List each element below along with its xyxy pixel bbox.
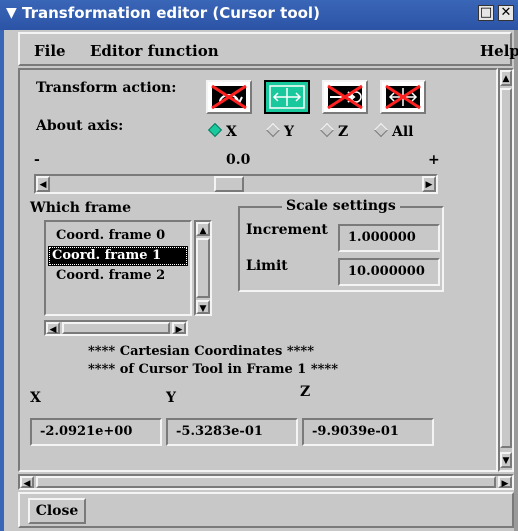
axis-radio-y-label: Y bbox=[284, 124, 294, 140]
menubar: File Editor function Help bbox=[18, 32, 518, 66]
window-right-border bbox=[514, 30, 518, 531]
scroll-up-arrow-icon[interactable]: ▲ bbox=[500, 70, 512, 86]
scale-all-action-button[interactable] bbox=[380, 80, 426, 114]
list-item[interactable]: Coord. frame 0 bbox=[52, 226, 212, 246]
close-icon[interactable]: ✕ bbox=[498, 5, 514, 21]
list-right-arrow-icon[interactable]: ▶ bbox=[172, 322, 186, 335]
close-button[interactable]: Close bbox=[28, 498, 86, 524]
slider-min-label: - bbox=[34, 152, 40, 168]
axis-radio-all[interactable]: All bbox=[373, 122, 414, 140]
menu-file[interactable]: File bbox=[34, 42, 66, 60]
slider-left-arrow-icon[interactable]: ◀ bbox=[36, 176, 50, 192]
minimize-icon[interactable]: □ bbox=[478, 5, 494, 21]
scroll-down-arrow-icon[interactable]: ▼ bbox=[500, 452, 512, 468]
translate-action-button[interactable] bbox=[264, 80, 310, 114]
coord-x-label: X bbox=[30, 390, 41, 406]
scale-all-action-icon bbox=[385, 84, 421, 110]
scale-axis-action-button[interactable] bbox=[322, 80, 368, 114]
window-left-border bbox=[0, 30, 4, 531]
increment-field[interactable]: 1.000000 bbox=[338, 224, 440, 252]
scale-settings-title: Scale settings bbox=[282, 198, 400, 214]
coord-z-field[interactable]: -9.9039e-01 bbox=[302, 418, 434, 446]
axis-radio-z-label: Z bbox=[338, 124, 349, 140]
coord-y-field[interactable]: -5.3283e-01 bbox=[166, 418, 298, 446]
list-item[interactable]: Coord. frame 2 bbox=[52, 266, 212, 286]
menu-help[interactable]: Help bbox=[480, 42, 518, 60]
list-item-selected[interactable]: Coord. frame 1 bbox=[48, 246, 188, 266]
axis-radio-x-label: X bbox=[226, 124, 237, 140]
radio-unselected-icon bbox=[319, 122, 335, 138]
which-frame-label: Which frame bbox=[30, 200, 131, 216]
radio-selected-icon bbox=[207, 122, 223, 138]
radio-unselected-icon bbox=[373, 122, 389, 138]
coords-heading-line2: **** of Cursor Tool in Frame 1 **** bbox=[88, 362, 339, 377]
scale-axis-action-icon bbox=[327, 84, 363, 110]
value-slider[interactable]: ◀ ▶ bbox=[34, 174, 438, 194]
rotate-action-icon bbox=[211, 84, 247, 110]
limit-label: Limit bbox=[246, 258, 288, 274]
slider-max-label: + bbox=[428, 152, 440, 168]
window-title: Transformation editor (Cursor tool) bbox=[22, 4, 320, 22]
coord-y-label: Y bbox=[166, 390, 176, 406]
scrollbar-thumb[interactable] bbox=[500, 88, 512, 448]
list-scroll-thumb[interactable] bbox=[196, 238, 210, 298]
translate-action-icon bbox=[269, 85, 305, 109]
slider-thumb[interactable] bbox=[214, 176, 244, 192]
axis-radio-all-label: All bbox=[392, 124, 414, 140]
slider-value: 0.0 bbox=[226, 152, 251, 168]
list-hscroll-thumb[interactable] bbox=[62, 322, 170, 334]
coord-z-label: Z bbox=[300, 384, 311, 400]
footer-bar bbox=[18, 492, 514, 528]
horizontal-scrollbar[interactable]: ◀ ▶ bbox=[18, 474, 514, 490]
rotate-action-button[interactable] bbox=[206, 80, 252, 114]
axis-radio-x[interactable]: X bbox=[207, 122, 237, 140]
chevron-down-icon[interactable]: ▼ bbox=[6, 6, 20, 20]
coord-x-field[interactable]: -2.0921e+00 bbox=[30, 418, 162, 446]
frame-list-vscroll[interactable]: ▲ ▼ bbox=[194, 220, 212, 316]
limit-field[interactable]: 10.000000 bbox=[338, 258, 440, 286]
list-up-arrow-icon[interactable]: ▲ bbox=[196, 222, 210, 236]
increment-label: Increment bbox=[246, 222, 328, 238]
axis-radio-z[interactable]: Z bbox=[319, 122, 349, 140]
hscroll-right-arrow-icon[interactable]: ▶ bbox=[498, 476, 512, 489]
list-left-arrow-icon[interactable]: ◀ bbox=[46, 322, 60, 335]
about-axis-label: About axis: bbox=[36, 118, 124, 134]
hscroll-left-arrow-icon[interactable]: ◀ bbox=[20, 476, 34, 489]
coords-heading-line1: **** Cartesian Coordinates **** bbox=[88, 344, 315, 359]
window-titlebar[interactable]: ▼ Transformation editor (Cursor tool) □ … bbox=[0, 0, 518, 30]
frame-list[interactable]: Coord. frame 0 Coord. frame 1 Coord. fra… bbox=[44, 220, 192, 316]
menu-editor-function[interactable]: Editor function bbox=[90, 42, 219, 60]
frame-list-hscroll[interactable]: ◀ ▶ bbox=[44, 320, 188, 336]
hscroll-thumb[interactable] bbox=[36, 476, 496, 488]
axis-radio-y[interactable]: Y bbox=[265, 122, 294, 140]
vertical-scrollbar[interactable]: ▲ ▼ bbox=[498, 68, 514, 472]
slider-right-arrow-icon[interactable]: ▶ bbox=[422, 176, 436, 192]
list-down-arrow-icon[interactable]: ▼ bbox=[196, 300, 210, 314]
radio-unselected-icon bbox=[265, 122, 281, 138]
transform-action-label: Transform action: bbox=[36, 80, 177, 96]
